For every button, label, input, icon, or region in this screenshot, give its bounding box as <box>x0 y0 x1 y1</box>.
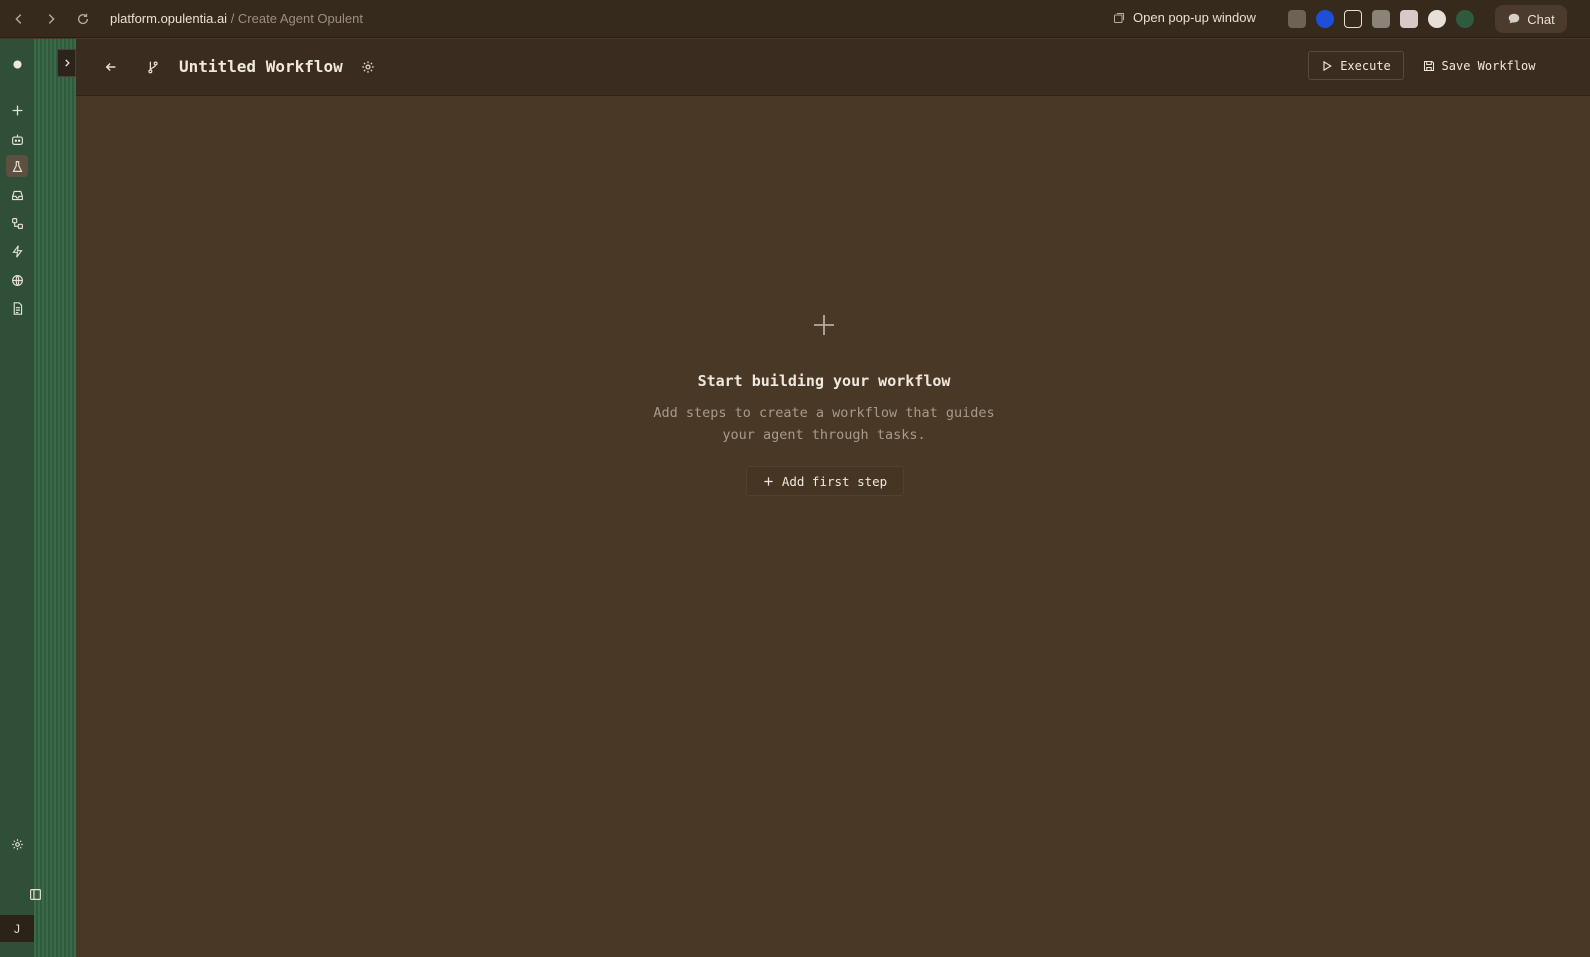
workflow-icon <box>11 217 23 229</box>
open-popup-button[interactable]: Open pop-up window <box>1113 10 1256 25</box>
sidebar-item-settings[interactable] <box>6 833 28 855</box>
sidebar-item-lab[interactable] <box>6 155 28 177</box>
address-bar[interactable]: platform.opulentia.ai / Create Agent Opu… <box>110 11 363 26</box>
sidebar-item-workflows[interactable] <box>6 212 28 234</box>
back-icon[interactable] <box>6 6 32 32</box>
extension-info-icon[interactable] <box>1428 10 1446 28</box>
sidebar-item-agents[interactable] <box>6 128 28 150</box>
lightning-icon <box>11 244 23 258</box>
extension-app-icon[interactable] <box>1400 10 1418 28</box>
workflow-settings-button[interactable] <box>357 56 379 78</box>
save-workflow-button[interactable]: Save Workflow <box>1414 51 1544 80</box>
sidebar-item-documents[interactable] <box>6 297 28 319</box>
expand-sidebar-button[interactable] <box>57 49 76 77</box>
execute-button[interactable]: Execute <box>1308 51 1404 80</box>
empty-state-title: Start building your workflow <box>697 372 951 390</box>
chat-label: Chat <box>1527 11 1555 27</box>
empty-state-description-line2: your agent through tasks. <box>722 427 926 443</box>
plus-icon <box>12 105 22 115</box>
plus-icon <box>814 315 834 335</box>
chat-button[interactable]: Chat <box>1495 5 1567 33</box>
sidebar-item-new[interactable] <box>6 99 28 121</box>
gear-icon <box>11 838 23 850</box>
extension-copy-icon[interactable] <box>1288 10 1306 28</box>
sidebar-item-globe[interactable] <box>6 269 28 291</box>
sidebar-item-triggers[interactable] <box>6 240 28 262</box>
globe-icon <box>11 274 23 286</box>
extensions-row <box>1288 10 1474 28</box>
branch-icon <box>142 56 164 78</box>
bot-icon <box>11 134 23 145</box>
reload-icon[interactable] <box>70 6 96 32</box>
extension-leaf-icon[interactable] <box>1456 10 1474 28</box>
workflow-title[interactable]: Untitled Workflow <box>179 57 343 76</box>
avatar-letter: J <box>14 921 20 936</box>
add-first-step-button[interactable]: Add first step <box>746 466 904 496</box>
arrow-left-icon <box>105 63 116 71</box>
empty-state-description: Add steps to create a workflow that guid… <box>76 402 1572 446</box>
popup-label: Open pop-up window <box>1133 10 1256 25</box>
sidebar-panel-icon <box>29 888 41 900</box>
toggle-panel-button[interactable] <box>24 883 46 905</box>
popup-window-icon <box>1113 12 1125 23</box>
flask-icon <box>12 160 22 172</box>
save-label: Save Workflow <box>1441 58 1536 73</box>
plus-icon <box>764 476 773 486</box>
inbox-icon <box>11 190 23 200</box>
save-icon <box>1423 60 1434 71</box>
extension-shield-icon[interactable] <box>1316 10 1334 28</box>
logo-dot-icon[interactable] <box>6 53 28 75</box>
add-first-step-label: Add first step <box>781 473 888 489</box>
chat-bubble-icon <box>1509 13 1520 24</box>
avatar[interactable]: J <box>0 915 34 942</box>
forward-icon[interactable] <box>38 6 64 32</box>
play-icon <box>1323 60 1333 71</box>
execute-label: Execute <box>1340 58 1391 73</box>
extension-landscape-icon[interactable] <box>1372 10 1390 28</box>
extension-layers-icon[interactable] <box>1344 10 1362 28</box>
empty-state-description-line1: Add steps to create a workflow that guid… <box>653 405 995 421</box>
workflow-canvas: Start building your workflow Add steps t… <box>76 96 1590 957</box>
chevron-right-icon <box>64 59 70 67</box>
back-arrow-button[interactable] <box>100 56 122 78</box>
document-icon <box>13 301 22 315</box>
url-host: platform.opulentia.ai <box>110 11 228 26</box>
url-path: / Create Agent Opulent <box>227 11 363 26</box>
workflow-header: Untitled Workflow Execute Save Workflow <box>76 39 1590 96</box>
gear-icon <box>362 61 374 73</box>
sidebar-item-inbox[interactable] <box>6 184 28 206</box>
